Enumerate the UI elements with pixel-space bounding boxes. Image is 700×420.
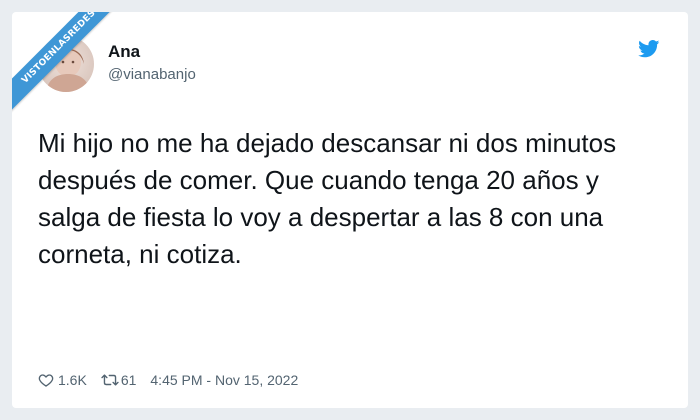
- tweet-card: VISTOENLASREDES Ana @vianabanjo Mi hijo …: [12, 12, 688, 408]
- tweet-text: Mi hijo no me ha dejado descansar ni dos…: [38, 128, 617, 269]
- like-count: 1.6K: [58, 372, 87, 388]
- watermark-corner: VISTOENLASREDES: [12, 12, 132, 132]
- tweet-meta: 1.6K 61 4:45 PM - Nov 15, 2022: [38, 372, 298, 388]
- heart-icon[interactable]: [38, 372, 54, 388]
- watermark-ribbon: VISTOENLASREDES: [12, 12, 127, 115]
- retweet-count: 61: [120, 372, 137, 388]
- tweet-timestamp[interactable]: 4:45 PM - Nov 15, 2022: [150, 372, 298, 388]
- retweet-icon[interactable]: [101, 372, 119, 388]
- twitter-bird-icon[interactable]: [638, 40, 660, 58]
